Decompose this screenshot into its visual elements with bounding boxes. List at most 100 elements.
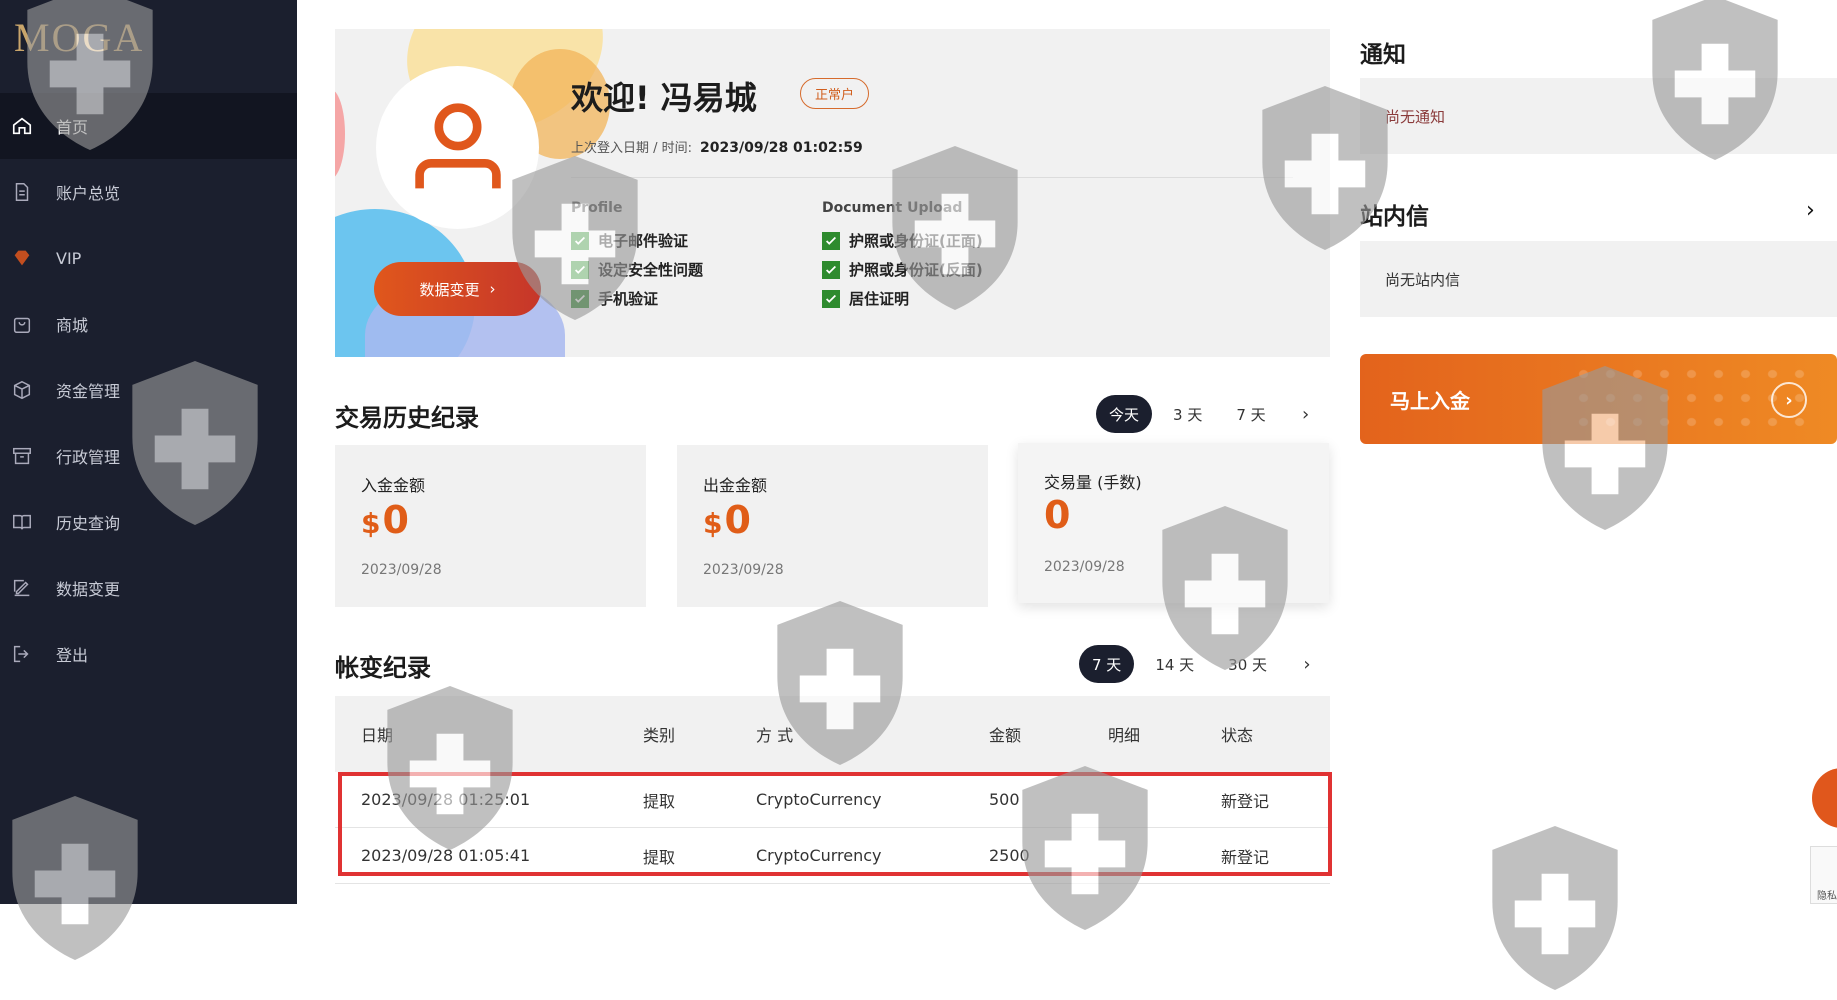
back-to-top-button[interactable] xyxy=(1812,768,1837,828)
stat-label: 出金金额 xyxy=(703,476,768,495)
stat-card-deposit: 入金金额 $0 2023/09/28 xyxy=(335,445,646,607)
sidebar: MOGA 首页 账户总览 VIP 商城 资金管理 行政管理 历史查询 数据变更 … xyxy=(0,0,297,904)
chevron-right-icon[interactable]: › xyxy=(1806,198,1815,223)
status-badge: 正常户 xyxy=(800,78,870,109)
document-checklist: Document Upload 护照或身份证(正面) 护照或身份证(反面) 居住… xyxy=(822,200,983,313)
document-heading: Document Upload xyxy=(822,200,963,216)
edit-profile-button[interactable]: 数据变更 › xyxy=(374,262,541,316)
check-label: 设定安全性问题 xyxy=(598,261,704,279)
currency-symbol: $ xyxy=(703,507,723,540)
profile-checklist: Profile 电子邮件验证 设定安全性问题 手机验证 xyxy=(571,200,703,313)
checkbox-checked-icon xyxy=(571,231,589,250)
sidebar-item-label: 首页 xyxy=(56,118,89,137)
check-label: 手机验证 xyxy=(598,290,659,308)
chevron-right-icon[interactable]: › xyxy=(1286,395,1325,433)
document-icon xyxy=(11,181,33,203)
logo: MOGA xyxy=(14,14,145,60)
trade-history-filters: 今天 3 天 7 天 › xyxy=(1096,395,1325,433)
filter-3-days[interactable]: 3 天 xyxy=(1160,395,1216,433)
sidebar-item-vip[interactable]: VIP xyxy=(0,225,297,291)
sidebar-item-admin[interactable]: 行政管理 xyxy=(0,423,297,489)
stat-date: 2023/09/28 xyxy=(1044,559,1125,575)
notices-title: 通知 xyxy=(1360,42,1406,68)
stat-label: 交易量 (手数) xyxy=(1044,473,1142,492)
checkbox-checked-icon xyxy=(822,289,840,308)
stat-value: $0 xyxy=(703,498,751,542)
filter-7-days[interactable]: 7 天 xyxy=(1223,395,1279,433)
divider xyxy=(571,177,1293,178)
decor-shape xyxy=(335,89,345,179)
sidebar-item-label: 账户总览 xyxy=(56,184,121,203)
profile-heading: Profile xyxy=(571,200,623,216)
avatar xyxy=(376,66,539,229)
checkbox-checked-icon xyxy=(822,260,840,279)
edit-profile-label: 数据变更 xyxy=(419,280,480,299)
edit-icon xyxy=(11,577,33,599)
last-login: 上次登入日期 / 时间: 2023/09/28 01:02:59 xyxy=(571,137,863,156)
recaptcha-text: 隐私 xyxy=(1817,891,1837,902)
sidebar-item-account-overview[interactable]: 账户总览 xyxy=(0,159,297,225)
stat-card-volume: 交易量 (手数) 0 2023/09/28 xyxy=(1018,443,1329,603)
trade-history-title: 交易历史纪录 xyxy=(335,404,479,432)
sidebar-item-funds[interactable]: 资金管理 xyxy=(0,357,297,423)
stat-value: $0 xyxy=(361,498,409,542)
stat-label: 入金金额 xyxy=(361,476,426,495)
sidebar-item-label: 登出 xyxy=(56,646,89,665)
filter-14-days[interactable]: 14 天 xyxy=(1142,645,1208,683)
checkbox-checked-icon xyxy=(571,260,589,279)
column-header: 金额 xyxy=(989,726,1022,745)
column-header: 方 式 xyxy=(756,726,794,745)
check-label: 护照或身份证(正面) xyxy=(849,232,983,250)
column-header: 明细 xyxy=(1108,726,1141,745)
shield-watermark-icon xyxy=(1480,820,1630,996)
inbox-title: 站内信 xyxy=(1360,204,1429,230)
last-login-label: 上次登入日期 / 时间: xyxy=(571,141,693,156)
inbox-box: 尚无站内信 xyxy=(1360,241,1837,317)
notices-box: 尚无通知 xyxy=(1360,78,1837,154)
filter-30-days[interactable]: 30 天 xyxy=(1215,645,1281,683)
recaptcha-badge[interactable]: 隐私 xyxy=(1810,846,1837,904)
chevron-right-icon[interactable]: › xyxy=(1288,645,1327,683)
highlight-box xyxy=(338,772,1332,876)
column-header: 类别 xyxy=(643,726,676,745)
check-label: 电子邮件验证 xyxy=(598,232,689,250)
column-header: 状态 xyxy=(1221,726,1254,745)
home-icon xyxy=(11,115,33,137)
profile-card: 数据变更 › 欢迎! 冯易城 正常户 上次登入日期 / 时间: 2023/09/2… xyxy=(335,29,1330,357)
welcome-title: 欢迎! 冯易城 xyxy=(571,79,757,117)
filter-today[interactable]: 今天 xyxy=(1096,395,1153,433)
deposit-now-button[interactable]: 马上入金 › xyxy=(1360,354,1837,444)
last-login-value: 2023/09/28 01:02:59 xyxy=(700,140,863,156)
table-header: 日期 类别 方 式 金额 明细 状态 xyxy=(335,696,1330,772)
stat-date: 2023/09/28 xyxy=(361,562,442,578)
check-item: 电子邮件验证 xyxy=(571,226,703,255)
sidebar-item-logout[interactable]: 登出 xyxy=(0,621,297,687)
check-item: 设定安全性问题 xyxy=(571,255,703,284)
archive-icon xyxy=(11,445,33,467)
sidebar-item-data-change[interactable]: 数据变更 xyxy=(0,555,297,621)
check-label: 护照或身份证(反面) xyxy=(849,261,983,279)
sidebar-item-label: 资金管理 xyxy=(56,382,121,401)
sidebar-item-history[interactable]: 历史查询 xyxy=(0,489,297,555)
sidebar-item-label: 商城 xyxy=(56,316,89,335)
stat-value: 0 xyxy=(1044,493,1070,537)
check-item: 居住证明 xyxy=(822,284,983,313)
box-icon xyxy=(11,379,33,401)
notices-empty-text: 尚无通知 xyxy=(1385,107,1446,126)
inbox-empty-text: 尚无站内信 xyxy=(1385,270,1461,289)
check-item: 手机验证 xyxy=(571,284,703,313)
chevron-right-icon: › xyxy=(489,280,496,298)
checkbox-checked-icon xyxy=(571,289,589,308)
sidebar-item-home[interactable]: 首页 xyxy=(0,93,297,159)
user-icon xyxy=(414,102,501,188)
logout-icon xyxy=(11,643,33,665)
stat-card-withdrawal: 出金金额 $0 2023/09/28 xyxy=(677,445,988,607)
filter-7-days[interactable]: 7 天 xyxy=(1079,645,1135,683)
sidebar-item-mall[interactable]: 商城 xyxy=(0,291,297,357)
book-icon xyxy=(11,511,33,533)
stat-number: 0 xyxy=(724,498,751,542)
deposit-label: 马上入金 xyxy=(1390,388,1470,413)
chevron-right-icon: › xyxy=(1771,382,1807,418)
sidebar-item-label: VIP xyxy=(56,248,82,268)
column-header: 日期 xyxy=(361,726,394,745)
